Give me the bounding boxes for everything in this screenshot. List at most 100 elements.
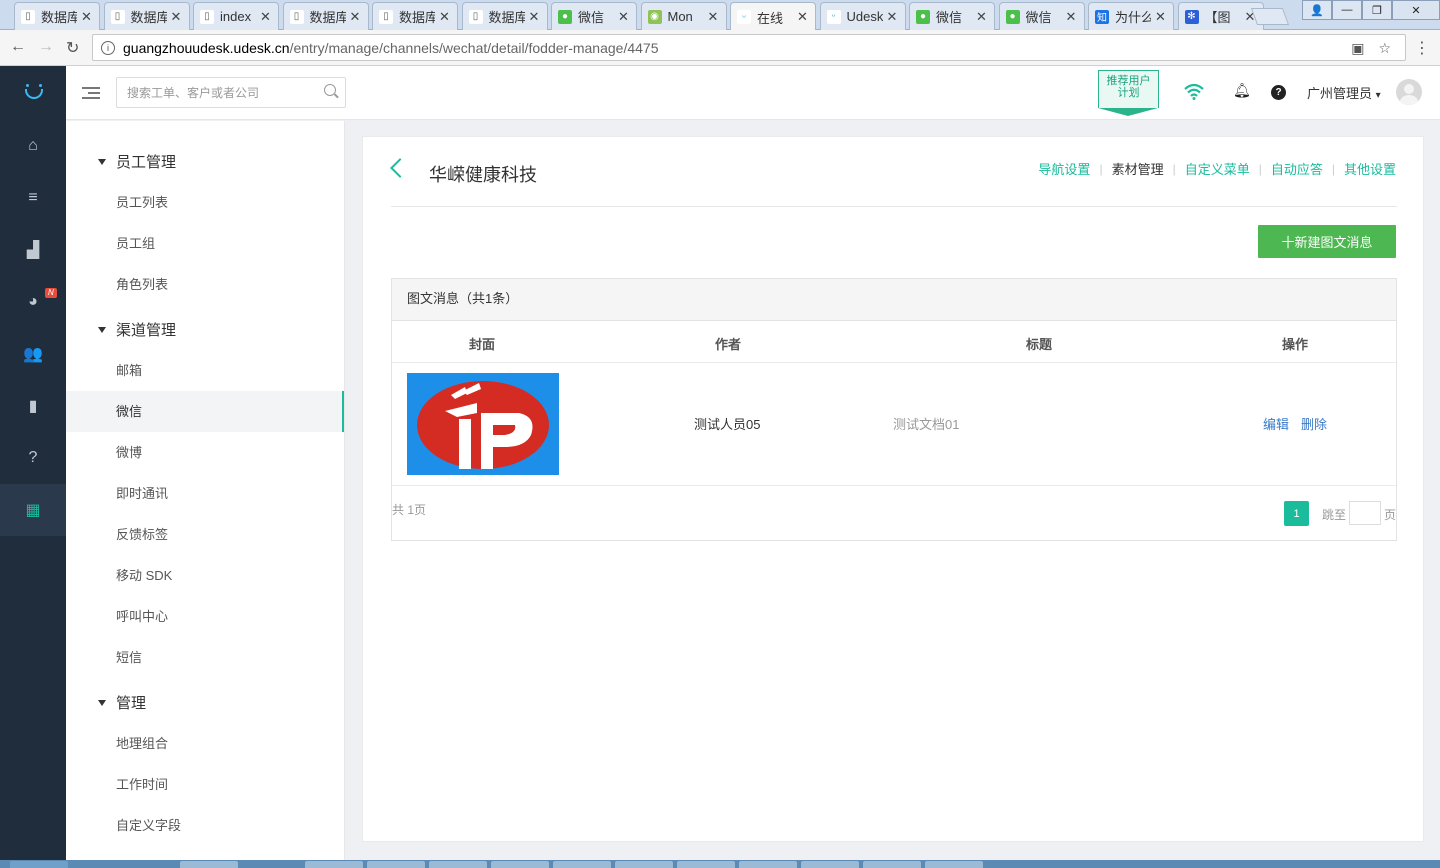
browser-tab[interactable]: ✻ 【图 ✕ — [1177, 2, 1264, 30]
sidebar-item[interactable]: 短信 — [66, 637, 344, 678]
tab-3[interactable]: 自动应答 — [1271, 159, 1323, 178]
back-arrow-icon[interactable]: ← — [10, 38, 26, 56]
sidebar-item[interactable]: 呼叫中心 — [66, 596, 344, 637]
back-chevron-icon[interactable] — [390, 158, 410, 178]
browser-tab[interactable]: ● 微信 ✕ — [909, 2, 995, 30]
start-button[interactable] — [10, 861, 68, 868]
tab-close-icon[interactable]: ✕ — [81, 9, 92, 25]
browser-tab[interactable]: ▯ 数据库 ✕ — [372, 2, 458, 30]
taskbar-item[interactable] — [553, 861, 611, 868]
site-info-icon[interactable]: i — [101, 40, 115, 55]
taskbar-item[interactable] — [677, 861, 735, 868]
tab-0[interactable]: 导航设置 — [1038, 159, 1090, 178]
avatar[interactable] — [1396, 79, 1422, 105]
page-1-button[interactable]: 1 — [1284, 501, 1309, 526]
browser-tab[interactable]: ᵕ 在线 ✕ — [730, 2, 816, 31]
sidebar-item[interactable]: 工作时间 — [66, 764, 344, 805]
browser-tab[interactable]: ◉ Mon ✕ — [640, 2, 727, 30]
tab-close-icon[interactable]: ✕ — [260, 9, 271, 25]
help-icon[interactable]: ? — [1271, 85, 1286, 100]
browser-tab[interactable]: ▯ 数据库 ✕ — [103, 2, 190, 30]
taskbar-item[interactable] — [615, 861, 673, 868]
browser-tab[interactable]: ▯ 数据库 ✕ — [282, 2, 369, 30]
minimize-button[interactable]: — — [1332, 0, 1362, 20]
sidebar-group[interactable]: 员工管理 — [98, 151, 176, 172]
tab-close-icon[interactable]: ✕ — [171, 9, 182, 25]
notification-bell-icon[interactable]: 🔔︎ — [1233, 82, 1251, 99]
new-article-button[interactable]: 十新建图文消息 — [1258, 225, 1396, 258]
udesk-logo[interactable] — [22, 84, 46, 102]
sidebar-item[interactable]: 反馈标签 — [66, 514, 344, 555]
url-field[interactable]: i guangzhouudesk.udesk.cn/entry/manage/c… — [92, 34, 1406, 61]
menu-toggle-icon[interactable] — [82, 85, 100, 101]
nav-item-ticket-list[interactable]: ≡ — [0, 172, 66, 224]
taskbar-item[interactable] — [367, 861, 425, 868]
browser-tab[interactable]: 知为什么 ✕ — [1088, 2, 1174, 30]
tab-close-icon[interactable]: ✕ — [797, 9, 808, 25]
search-input[interactable] — [117, 78, 312, 107]
cover-image[interactable] — [407, 373, 559, 475]
tab-2[interactable]: 自定义菜单 — [1185, 159, 1250, 178]
taskbar-item[interactable] — [491, 861, 549, 868]
nav-item-settings-grid[interactable]: ▦ — [0, 484, 66, 536]
profile-icon[interactable]: 👤 — [1302, 0, 1332, 20]
taskbar-item[interactable] — [925, 861, 983, 868]
sidebar-item[interactable]: 即时通讯 — [66, 473, 344, 514]
referral-promo-badge[interactable]: 推荐用户 计划 — [1097, 70, 1159, 116]
maximize-button[interactable]: ❐ — [1362, 0, 1392, 20]
forward-arrow-icon[interactable]: → — [38, 38, 54, 56]
taskbar-item[interactable] — [801, 861, 859, 868]
tab-close-icon[interactable]: ✕ — [976, 9, 987, 25]
new-tab-button[interactable] — [1250, 8, 1290, 25]
search-icon[interactable] — [324, 84, 336, 96]
wifi-status-icon[interactable] — [1184, 84, 1204, 100]
tab-close-icon[interactable]: ✕ — [529, 9, 540, 25]
tab-close-icon[interactable]: ✕ — [439, 9, 450, 25]
sidebar-item[interactable]: 微博 — [66, 432, 344, 473]
browser-tab[interactable]: ● 微信 ✕ — [998, 2, 1085, 30]
nav-item-home[interactable]: ⌂ — [0, 120, 66, 172]
sidebar-item[interactable]: 角色列表 — [66, 264, 344, 305]
nav-item-knowledge-book[interactable]: ▮ — [0, 380, 66, 432]
sidebar-item[interactable]: 邮箱 — [66, 350, 344, 391]
browser-tab[interactable]: ● 微信 ✕ — [551, 2, 637, 30]
tab-close-icon[interactable]: ✕ — [1155, 9, 1166, 25]
nav-item-help-circle[interactable]: ? — [0, 432, 66, 484]
sidebar-item[interactable]: 地理组合 — [66, 723, 344, 764]
user-menu[interactable]: 广州管理员 ▾ — [1307, 83, 1381, 102]
sidebar-item[interactable]: 自定义字段 — [66, 805, 344, 846]
taskbar-item[interactable] — [429, 861, 487, 868]
sidebar-item[interactable]: 员工组 — [66, 223, 344, 264]
tab-close-icon[interactable]: ✕ — [350, 9, 361, 25]
taskbar-item[interactable] — [305, 861, 363, 868]
sidebar-group[interactable]: 管理 — [98, 692, 146, 713]
tab-close-icon[interactable]: ✕ — [887, 9, 898, 25]
nav-item-pie-chart[interactable]: ◕ N — [0, 276, 66, 328]
edit-link[interactable]: 编辑 — [1263, 414, 1289, 433]
browser-tab[interactable]: ▯ 数据库 ✕ — [14, 2, 100, 30]
tab-1[interactable]: 素材管理 — [1112, 159, 1164, 178]
tab-close-icon[interactable]: ✕ — [618, 9, 629, 25]
tab-close-icon[interactable]: ✕ — [708, 9, 719, 25]
browser-tab[interactable]: ᵕ Udesk ✕ — [819, 2, 906, 30]
tab-4[interactable]: 其他设置 — [1344, 159, 1396, 178]
tab-close-icon[interactable]: ✕ — [1066, 9, 1077, 25]
cast-icon[interactable]: ▣ — [1351, 40, 1364, 57]
window-close-button[interactable]: ✕ — [1392, 0, 1440, 20]
sidebar-group[interactable]: 渠道管理 — [98, 319, 176, 340]
sidebar-item[interactable]: 微信 — [66, 391, 344, 432]
taskbar-item[interactable] — [863, 861, 921, 868]
jump-page-input[interactable] — [1349, 501, 1381, 525]
nav-item-customers[interactable]: 👥 — [0, 328, 66, 380]
browser-menu-icon[interactable]: ⋮ — [1414, 38, 1430, 58]
delete-link[interactable]: 删除 — [1301, 414, 1327, 433]
taskbar-item[interactable] — [739, 861, 797, 868]
reload-icon[interactable]: ↻ — [66, 38, 79, 58]
nav-item-report-bar[interactable]: ▟ — [0, 224, 66, 276]
taskbar-item[interactable] — [180, 861, 238, 868]
sidebar-item[interactable]: 移动 SDK — [66, 555, 344, 596]
sidebar-item[interactable]: 员工列表 — [66, 182, 344, 223]
bookmark-star-icon[interactable]: ☆ — [1378, 40, 1391, 57]
browser-tab[interactable]: ▯ index ✕ — [193, 2, 279, 30]
browser-tab[interactable]: ▯ 数据库 ✕ — [461, 2, 548, 30]
